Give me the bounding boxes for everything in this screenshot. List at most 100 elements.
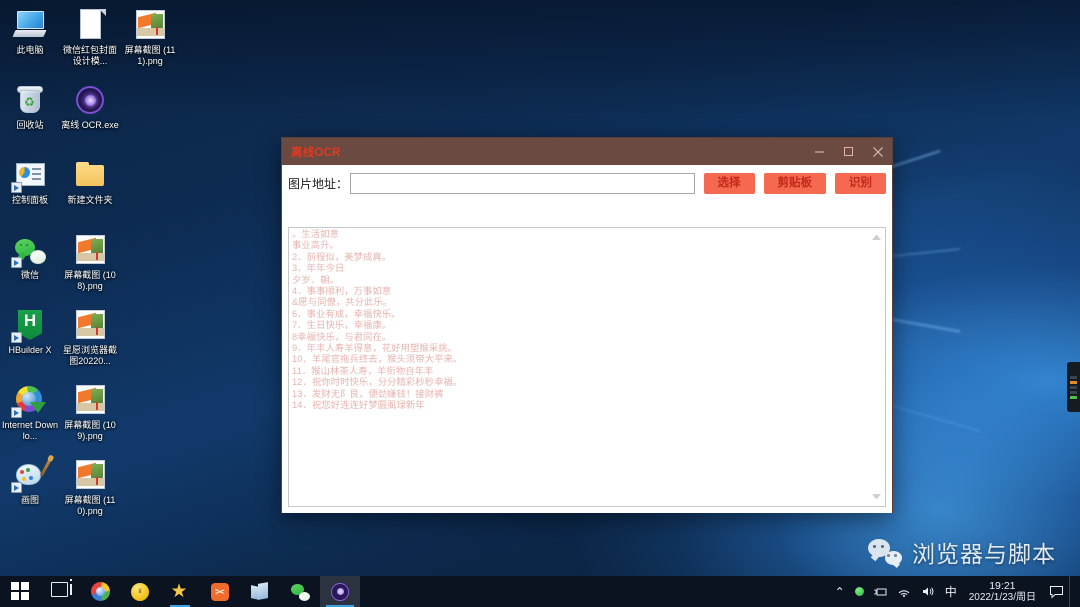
desktop-icon-hbuilder-x[interactable]: H HBuilder X: [0, 304, 60, 379]
widget-bar: [1070, 385, 1077, 389]
choose-button[interactable]: 选择: [703, 173, 755, 194]
desktop-icon-label: 微信红包封面设计模...: [62, 45, 117, 66]
desktop-icon-label: 新建文件夹: [67, 195, 113, 205]
ocr-result-textarea[interactable]: 。生活如意 事业高升。 2．前程似，美梦成真。 3．年年今日 夕岁．朝。 4．事…: [288, 227, 886, 507]
ocr-app-icon: [73, 83, 107, 117]
star-browser-icon: ★: [170, 581, 188, 602]
taskbar-star-browser[interactable]: ★: [160, 576, 200, 607]
desktop-icon-empty: [120, 229, 180, 304]
task-view-button[interactable]: [40, 576, 80, 607]
desktop[interactable]: 此电脑 微信红包封面设计模... 屏幕截图 (111).png ♻ 回收站 离线…: [0, 0, 1080, 607]
watermark: 浏览器与脚本: [868, 535, 1056, 569]
taskbar-chrome[interactable]: [80, 576, 120, 607]
clock-time: 19:21: [989, 579, 1016, 592]
coin-icon: ¥: [131, 582, 149, 601]
taskbar-items: ¥ ★ ✂: [0, 576, 360, 607]
widget-bar: [1070, 390, 1077, 394]
tray-green-status-icon[interactable]: [850, 576, 869, 607]
desktop-icon-offline-ocr-exe[interactable]: 离线 OCR.exe: [60, 79, 120, 154]
recycle-bin-icon: ♻: [13, 83, 47, 117]
start-button[interactable]: [0, 576, 40, 607]
action-center-icon: [1049, 585, 1063, 599]
wechat-icon: [11, 233, 47, 268]
shortcut-overlay-icon: [11, 332, 22, 343]
window-title: 离线OCR: [291, 146, 341, 159]
recognize-button[interactable]: 识别: [835, 173, 886, 194]
image-file-icon: [73, 233, 107, 267]
desktop-icon-control-panel[interactable]: 控制面板: [0, 154, 60, 229]
paint-icon: [11, 458, 52, 493]
window-title-bar[interactable]: 离线OCR: [282, 138, 892, 165]
desktop-icon-label: 星愿浏览器截图20220...: [62, 345, 117, 366]
tray-input-icon[interactable]: [869, 576, 892, 607]
close-button[interactable]: [863, 138, 892, 165]
taskbar-coin-app[interactable]: ¥: [120, 576, 160, 607]
desktop-icon-label: 回收站: [16, 120, 44, 130]
scroll-down-arrow-icon[interactable]: [872, 494, 881, 500]
desktop-icon-empty: [120, 154, 180, 229]
window-client-area: 图片地址： 选择 剪贴板 识别 。生活如意 事业高升。 2．前程似，美梦成真。 …: [282, 165, 892, 513]
offline-ocr-window[interactable]: 离线OCR 图片地址： 选择 剪贴板 识别 。生活如意 事业高升。 2．前程似，…: [281, 137, 893, 513]
desktop-icon-label: 画图: [20, 495, 39, 505]
store-icon: [251, 582, 269, 600]
tray-ime-icon[interactable]: 中: [940, 576, 962, 607]
desktop-icon-empty: [120, 79, 180, 154]
show-desktop-button[interactable]: [1069, 576, 1076, 607]
taskbar-clock[interactable]: 19:21 2022/1/23/周日: [962, 576, 1043, 607]
desktop-icon-wechat[interactable]: 微信: [0, 229, 60, 304]
shortcut-overlay-icon: [11, 182, 22, 193]
document-icon: [73, 8, 107, 42]
taskbar-store[interactable]: [240, 576, 280, 607]
taskbar-wechat[interactable]: [280, 576, 320, 607]
image-address-input[interactable]: [350, 173, 695, 194]
tray-chevron-up-icon[interactable]: ⌃: [830, 576, 850, 607]
desktop-icon-internet-download-manager[interactable]: Internet Downlo...: [0, 379, 60, 454]
desktop-icon-wechat-redpacket-template[interactable]: 微信红包封面设计模...: [60, 4, 120, 79]
folder-icon: [73, 158, 107, 192]
desktop-icon-paint[interactable]: 画图: [0, 454, 60, 529]
snipping-tool-icon: ✂: [211, 582, 229, 601]
desktop-icon-screenshot-109[interactable]: 屏幕截图 (109).png: [60, 379, 120, 454]
desktop-icon-label: 屏幕截图 (109).png: [64, 420, 116, 441]
image-file-icon: [73, 308, 107, 342]
taskbar-ocr[interactable]: [320, 576, 360, 607]
windows-start-icon: [10, 582, 30, 601]
desktop-icon-label: 屏幕截图 (110).png: [64, 495, 116, 516]
image-address-row: 图片地址： 选择 剪贴板 识别: [282, 165, 892, 197]
ocr-icon: [331, 582, 349, 601]
widget-bar: [1070, 375, 1077, 379]
shortcut-overlay-icon: [11, 482, 22, 493]
desktop-icon-star-browser-screenshot[interactable]: 星愿浏览器截图20220...: [60, 304, 120, 379]
desktop-icon-screenshot-111[interactable]: 屏幕截图 (111).png: [120, 4, 180, 79]
desktop-icon-label: Internet Downlo...: [1, 420, 59, 441]
image-address-label: 图片地址：: [288, 177, 349, 191]
desktop-icon-grid: 此电脑 微信红包封面设计模... 屏幕截图 (111).png ♻ 回收站 离线…: [0, 4, 180, 529]
shortcut-overlay-icon: [11, 407, 22, 418]
desktop-icon-empty: [120, 379, 180, 454]
desktop-icon-recycle-bin[interactable]: ♻ 回收站: [0, 79, 60, 154]
idm-icon: [11, 383, 47, 418]
desktop-icon-label: 此电脑: [16, 45, 44, 55]
desktop-icon-empty: [120, 454, 180, 529]
desktop-icon-this-pc[interactable]: 此电脑: [0, 4, 60, 79]
clipboard-button[interactable]: 剪贴板: [763, 173, 826, 194]
control-panel-icon: [11, 158, 47, 193]
tray-network-icon[interactable]: [892, 576, 916, 607]
desktop-icon-new-folder[interactable]: 新建文件夹: [60, 154, 120, 229]
clock-date: 2022/1/23/周日: [968, 591, 1036, 603]
desktop-icon-screenshot-110[interactable]: 屏幕截图 (110).png: [60, 454, 120, 529]
desktop-icon-screenshot-108[interactable]: 屏幕截图 (108).png: [60, 229, 120, 304]
tray-volume-icon[interactable]: [916, 576, 940, 607]
image-file-icon: [133, 8, 167, 42]
taskbar-snipping-tool[interactable]: ✂: [200, 576, 240, 607]
edge-side-widget[interactable]: [1067, 362, 1080, 412]
action-center-button[interactable]: [1043, 576, 1069, 607]
taskbar[interactable]: ¥ ★ ✂ ⌃ 中 19:21 2022/1/23/周日: [0, 576, 1080, 607]
minimize-button[interactable]: [805, 138, 834, 165]
scroll-up-arrow-icon[interactable]: [872, 234, 881, 240]
maximize-button[interactable]: [834, 138, 863, 165]
window-controls: [805, 138, 892, 165]
desktop-icon-label: 微信: [20, 270, 39, 280]
wechat-logo-icon: [868, 539, 902, 565]
shortcut-overlay-icon: [11, 257, 22, 268]
